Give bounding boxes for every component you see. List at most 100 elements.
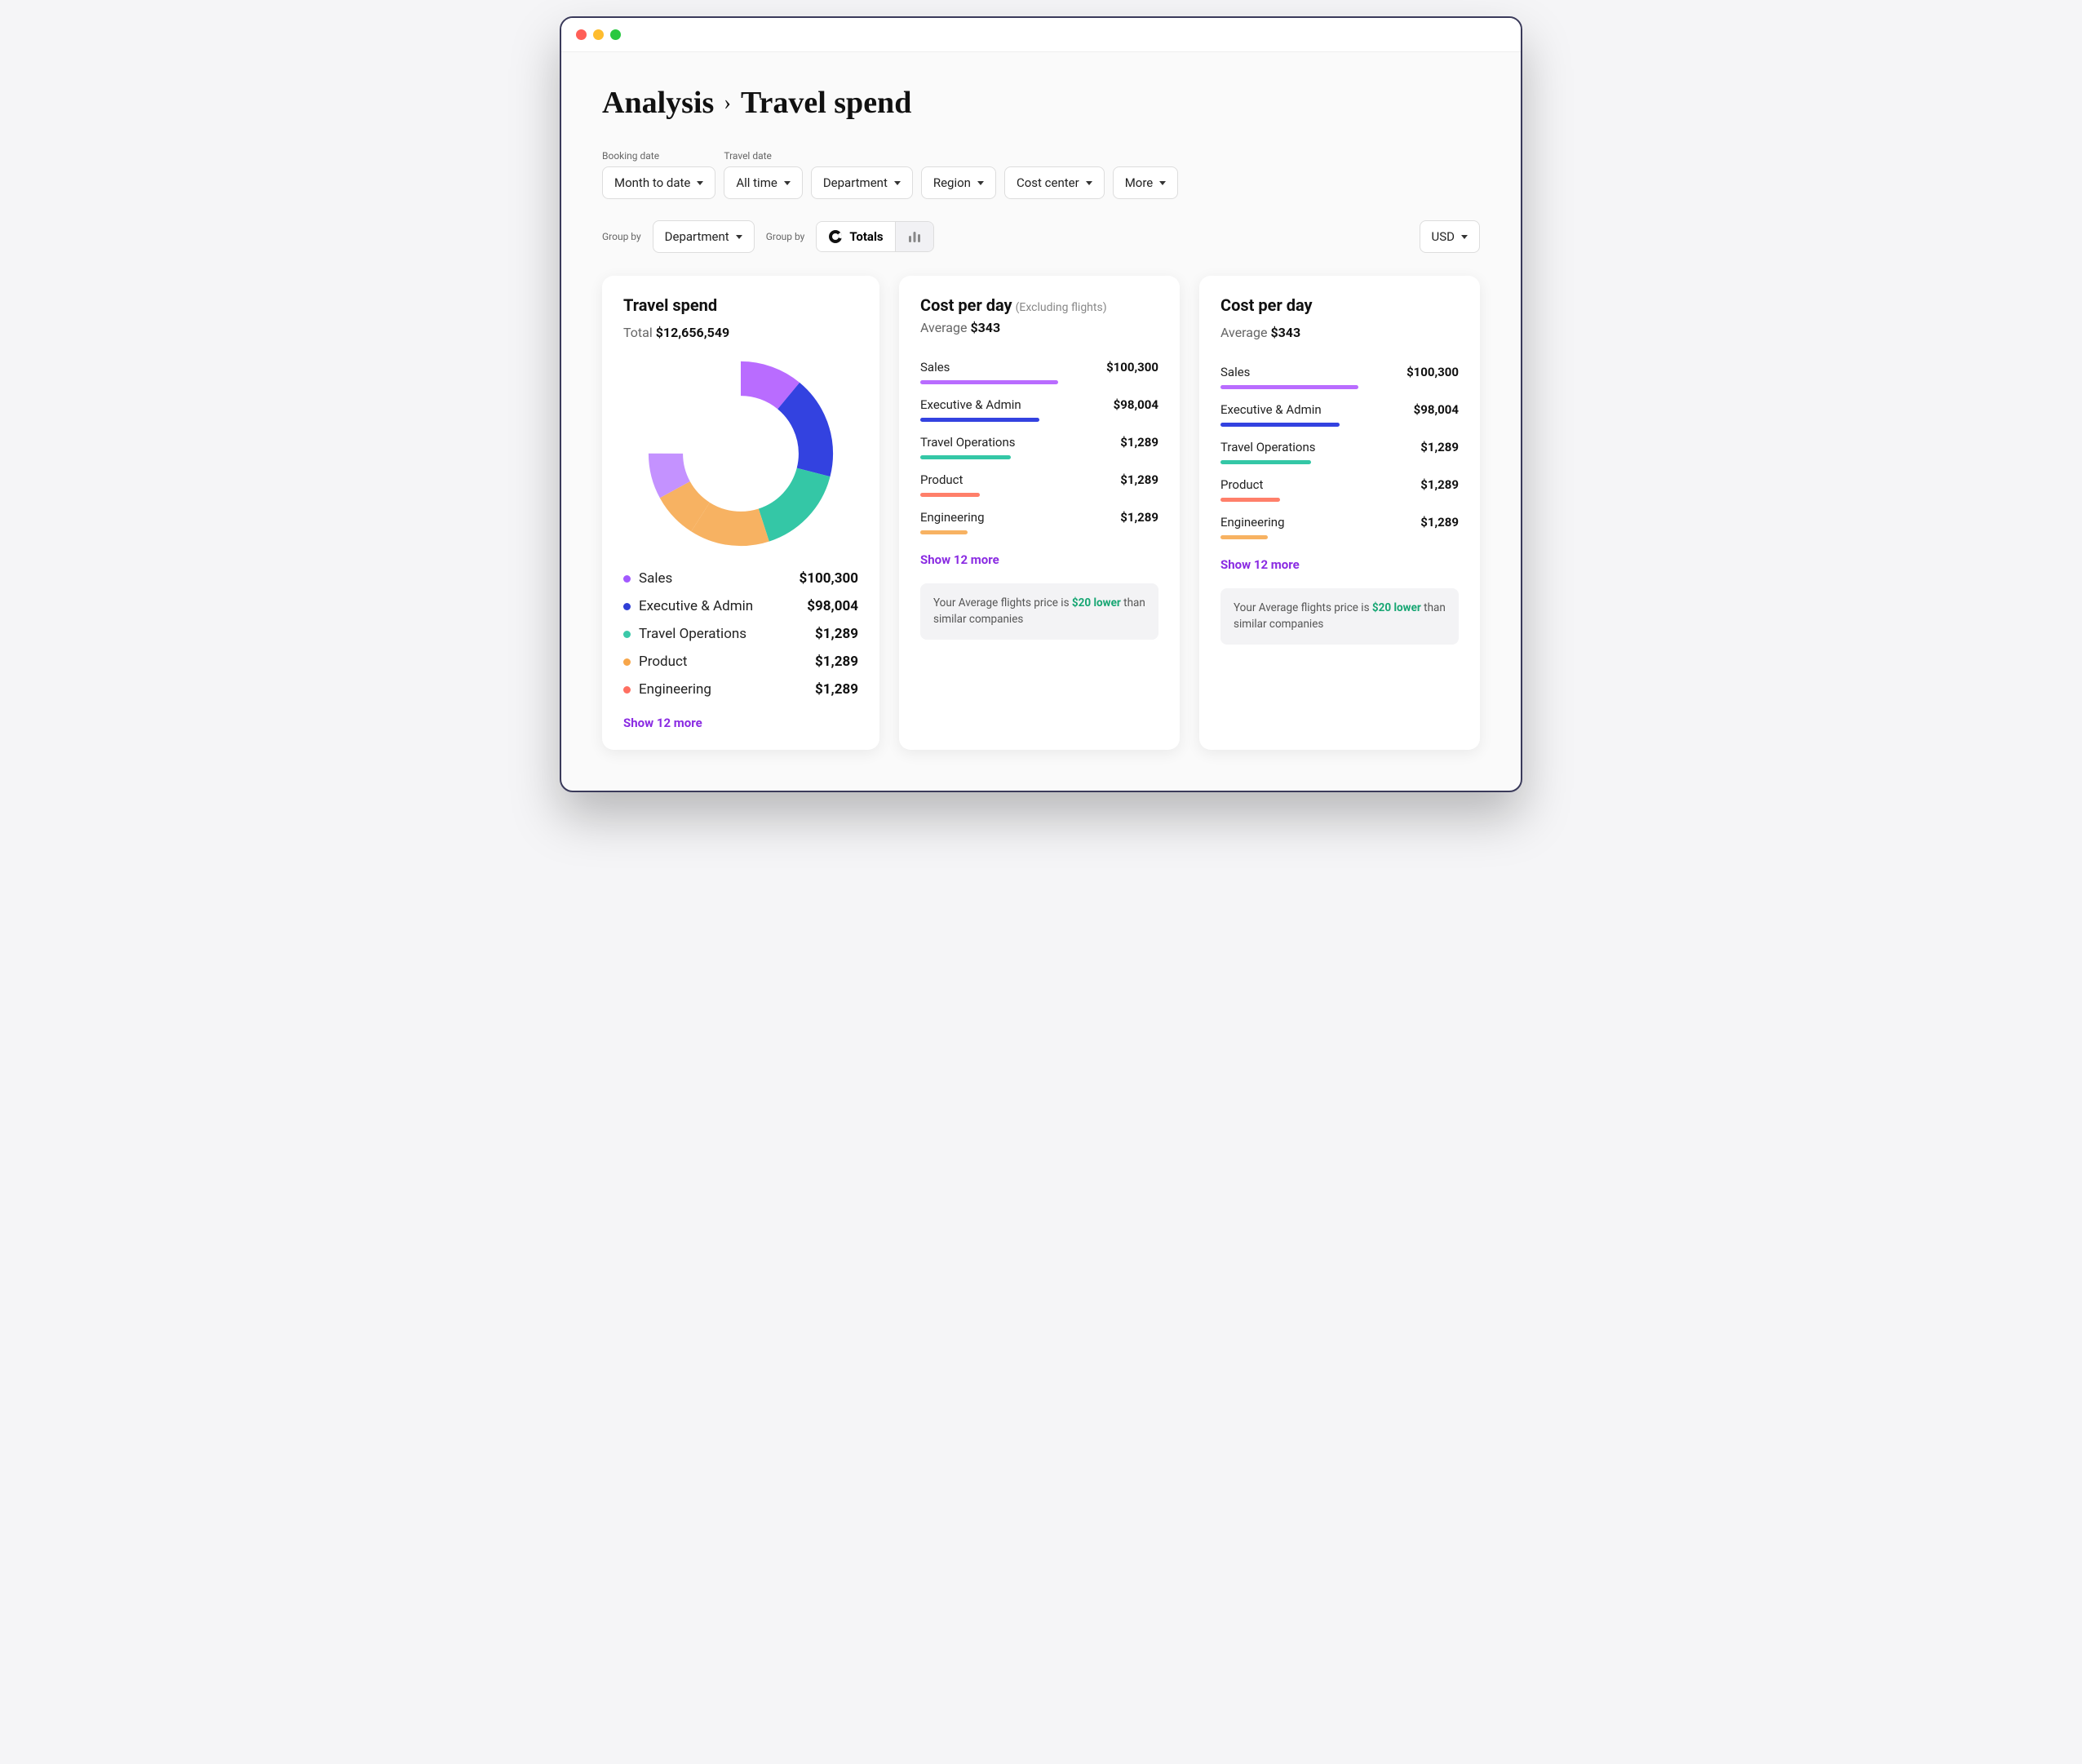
show-more-link[interactable]: Show 12 more [920,552,1158,567]
legend-value: $1,289 [815,626,858,642]
legend-value: $1,289 [815,654,858,670]
department-list: Sales $100,300 Executive & Admin $98,004 Tra… [1220,365,1459,539]
dept-value: $1,289 [1120,510,1158,525]
cards-row: Travel spend Total $12,656,549 Sales $100… [602,276,1480,750]
legend-item: Executive & Admin$98,004 [623,598,858,614]
group-by-label: Group by [602,231,641,242]
dept-value: $100,300 [1406,365,1459,379]
legend-name: Engineering [639,681,807,698]
dept-name: Engineering [920,510,985,525]
breadcrumb: Analysis › Travel spend [602,85,1480,121]
totals-toggle[interactable]: Totals [817,222,895,251]
travel-spend-card: Travel spend Total $12,656,549 Sales $100… [602,276,879,750]
cost-center-filter[interactable]: Cost center [1004,166,1105,199]
page-content: Analysis › Travel spend Booking date Mon… [561,52,1521,791]
card-title: Cost per day [1220,295,1459,315]
bars-toggle[interactable] [896,222,933,251]
legend-dot-icon [623,686,631,694]
legend-item: Engineering$1,289 [623,681,858,698]
department-list: Sales$100,300Executive & Admin$98,004Tra… [920,360,1158,534]
dept-name: Sales [1220,365,1250,379]
bar-segment [920,493,980,497]
close-window-icon[interactable] [576,29,587,40]
legend-name: Product [639,654,807,670]
donut-icon [828,229,843,244]
caret-down-icon [1086,181,1092,185]
legend-value: $100,300 [800,570,858,587]
list-item: Travel Operations$1,289 [1220,440,1459,464]
booking-date-filter[interactable]: Month to date [602,166,715,199]
list-item: Product $1,289 [920,472,1158,497]
legend-item: Sales $100,300 [623,570,858,587]
card-title: Cost per day [920,295,1012,315]
currency-select[interactable]: USD [1420,220,1480,253]
benchmark-notice: Your Average flights price is $20 lower … [920,583,1158,640]
dept-value: $1,289 [1420,515,1459,530]
legend-dot-icon [623,575,631,583]
dept-value: $1,289 [1420,477,1459,492]
caret-down-icon [697,181,703,185]
dept-name: Travel Operations [920,435,1016,450]
booking-date-label: Booking date [602,150,715,162]
dept-value: $1,289 [1120,472,1158,487]
more-filter[interactable]: More [1113,166,1179,199]
breadcrumb-current: Travel spend [741,85,911,121]
window-titlebar [561,18,1521,52]
view-toggle: Totals [816,221,933,252]
toolbar: Group by Department Group by Totals [602,220,1480,253]
bar-chart-icon [907,229,922,244]
bar-segment [920,418,1039,422]
department-filter[interactable]: Department [811,166,913,199]
bar-segment [1220,385,1358,389]
show-more-link[interactable]: Show 12 more [623,716,858,730]
caret-down-icon [1159,181,1166,185]
list-item: Product $1,289 [1220,477,1459,502]
dept-value: $1,289 [1120,435,1158,450]
maximize-window-icon[interactable] [610,29,621,40]
group-by-select[interactable]: Department [653,220,755,253]
card-subtitle: (Excluding flights) [1016,301,1107,314]
donut-chart [623,352,858,562]
card-title: Travel spend [623,295,858,315]
bar-segment [920,380,1058,384]
dept-name: Executive & Admin [1220,402,1322,417]
legend-item: Product $1,289 [623,654,858,670]
bar-segment [1220,535,1268,539]
list-item: Engineering $1,289 [920,510,1158,534]
list-item: Sales $100,300 [1220,365,1459,389]
bar-segment [1220,498,1280,502]
travel-date-filter[interactable]: All time [724,166,802,199]
legend-name: Sales [639,570,791,587]
list-item: Executive & Admin $98,004 [1220,402,1459,427]
average-line: Average $343 [1220,325,1459,340]
minimize-window-icon[interactable] [593,29,604,40]
legend-dot-icon [623,631,631,638]
bar-segment [920,530,968,534]
breadcrumb-parent[interactable]: Analysis [602,85,714,121]
list-item: Sales$100,300 [920,360,1158,384]
legend-dot-icon [623,603,631,610]
list-item: Travel Operations $1,289 [920,435,1158,459]
total-line: Total $12,656,549 [623,325,858,340]
caret-down-icon [736,235,742,239]
region-filter[interactable]: Region [921,166,996,199]
dept-value: $1,289 [1420,440,1459,454]
dept-value: $98,004 [1414,402,1459,417]
dept-name: Sales [920,360,950,375]
bar-segment [920,455,1011,459]
caret-down-icon [784,181,791,185]
legend-name: Executive & Admin [639,598,799,614]
app-window: Analysis › Travel spend Booking date Mon… [560,16,1522,792]
legend-name: Travel Operations [639,626,807,642]
cost-per-day-ex-flights-card: Cost per day (Excluding flights) Average… [899,276,1180,750]
dept-name: Product [1220,477,1263,492]
dept-name: Product [920,472,963,487]
cost-per-day-card: Cost per day Average $343 Sales $100,300 E… [1199,276,1480,750]
travel-date-label: Travel date [724,150,802,162]
list-item: Engineering$1,289 [1220,515,1459,539]
bar-segment [1220,460,1311,464]
dept-name: Executive & Admin [920,397,1021,412]
legend-dot-icon [623,658,631,666]
caret-down-icon [1461,235,1468,239]
show-more-link[interactable]: Show 12 more [1220,557,1459,572]
